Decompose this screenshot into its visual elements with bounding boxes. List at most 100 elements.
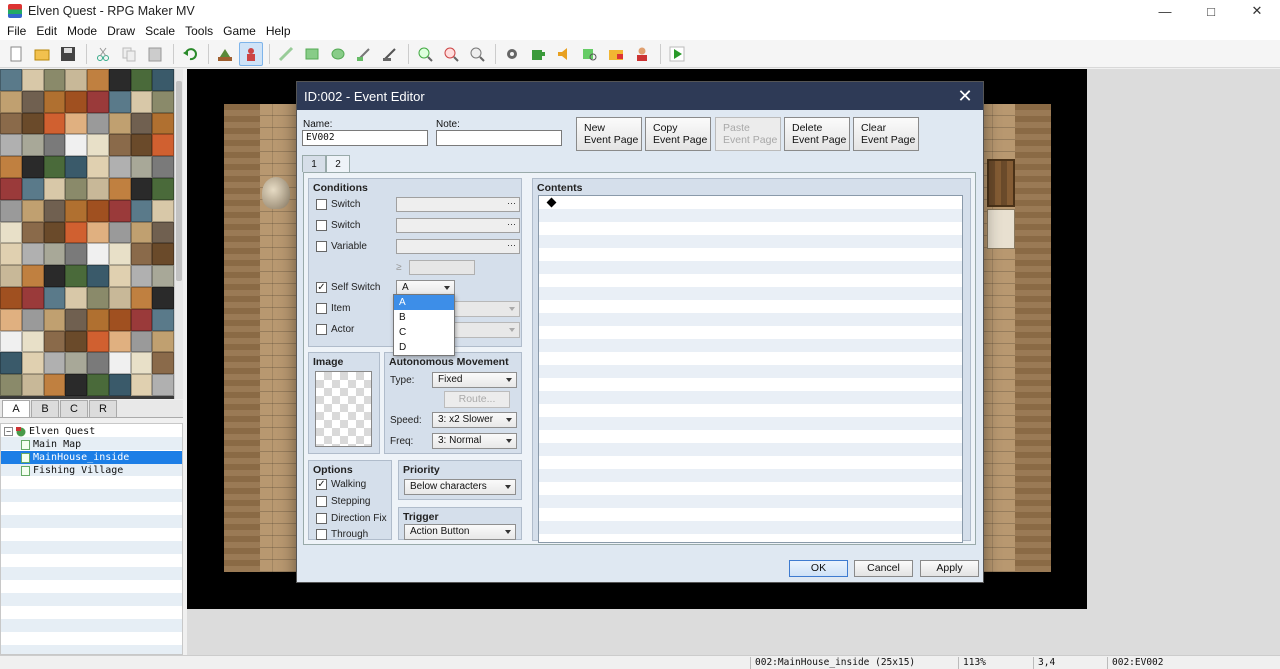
stepping-checkbox[interactable] (316, 496, 327, 507)
playtest-icon[interactable] (665, 42, 689, 66)
map-mode-icon[interactable] (213, 42, 237, 66)
tile-swatch[interactable] (87, 308, 109, 331)
shadow-pen-icon[interactable] (378, 42, 402, 66)
tile-swatch[interactable] (152, 221, 174, 244)
tile-swatch[interactable] (0, 265, 22, 287)
tile-swatch[interactable] (87, 134, 109, 157)
tile-swatch[interactable] (0, 90, 22, 113)
cut-icon[interactable] (91, 42, 115, 66)
tile-swatch[interactable] (108, 221, 131, 244)
speed-combo[interactable]: 3: x2 Slower (432, 412, 517, 428)
tile-swatch[interactable] (152, 265, 174, 287)
tile-swatch[interactable] (21, 134, 44, 157)
tile-swatch[interactable] (152, 69, 174, 91)
tile-swatch[interactable] (0, 221, 22, 244)
copy-event-page-button[interactable]: Copy Event Page (645, 117, 711, 151)
tile-swatch[interactable] (130, 352, 153, 375)
tile-swatch[interactable] (87, 69, 109, 91)
tile-swatch[interactable] (43, 199, 66, 222)
tile-swatch[interactable] (21, 156, 44, 178)
switch2-checkbox[interactable] (316, 220, 327, 231)
tile-swatch[interactable] (43, 352, 66, 375)
tile-swatch[interactable] (108, 112, 131, 135)
tile-swatch[interactable] (108, 177, 131, 200)
tile-swatch[interactable] (152, 156, 174, 178)
tile-swatch[interactable] (87, 90, 109, 113)
tileset-tab-a[interactable]: A (2, 400, 30, 417)
cancel-button[interactable]: Cancel (854, 560, 913, 577)
collapse-icon[interactable]: − (4, 427, 13, 436)
tile-swatch[interactable] (21, 330, 44, 353)
menu-edit[interactable]: Edit (31, 24, 62, 38)
ellipse-icon[interactable] (326, 42, 350, 66)
tile-swatch[interactable] (152, 243, 174, 266)
scrollbar-thumb[interactable] (176, 81, 182, 281)
tileset-tab-r[interactable]: R (89, 400, 117, 417)
tile-swatch[interactable] (130, 112, 153, 135)
tile-swatch[interactable] (43, 90, 66, 113)
tree-row-map[interactable]: Fishing Village (1, 464, 182, 477)
tile-swatch[interactable] (0, 286, 22, 309)
tile-swatch[interactable] (130, 90, 153, 113)
tileset-scrollbar[interactable] (174, 69, 183, 399)
tile-swatch[interactable] (65, 112, 87, 135)
tile-swatch[interactable] (130, 156, 153, 178)
variable-selector[interactable]: ⋯ (396, 239, 520, 254)
tile-swatch[interactable] (87, 156, 109, 178)
tile-swatch[interactable] (21, 265, 44, 287)
tile-swatch[interactable] (87, 352, 109, 375)
tile-swatch[interactable] (65, 374, 87, 396)
plugin-manager-icon[interactable] (526, 42, 550, 66)
tile-swatch[interactable] (130, 243, 153, 266)
dropdown-option-d[interactable]: D (394, 340, 454, 355)
tile-swatch[interactable] (0, 69, 22, 91)
tile-swatch[interactable] (108, 330, 131, 353)
menu-tools[interactable]: Tools (180, 24, 218, 38)
tile-swatch[interactable] (0, 199, 22, 222)
minimize-icon[interactable]: — (1142, 0, 1188, 22)
tile-swatch[interactable] (87, 199, 109, 222)
tile-swatch[interactable] (130, 265, 153, 287)
tile-swatch[interactable] (108, 199, 131, 222)
new-event-page-button[interactable]: New Event Page (576, 117, 642, 151)
tile-swatch[interactable] (43, 156, 66, 178)
tile-swatch[interactable] (130, 221, 153, 244)
tile-swatch[interactable] (152, 352, 174, 375)
switch2-selector[interactable]: ⋯ (396, 218, 520, 233)
tile-swatch[interactable] (152, 134, 174, 157)
tile-swatch[interactable] (65, 90, 87, 113)
tile-swatch[interactable] (65, 177, 87, 200)
tile-swatch[interactable] (65, 69, 87, 91)
tree-row-project[interactable]: − Elven Quest (1, 425, 182, 438)
tile-swatch[interactable] (43, 112, 66, 135)
tile-swatch[interactable] (152, 330, 174, 353)
sound-test-icon[interactable] (552, 42, 576, 66)
page-tab-2[interactable]: 2 (326, 155, 350, 173)
tile-swatch[interactable] (43, 308, 66, 331)
menu-file[interactable]: File (2, 24, 31, 38)
dropdown-option-c[interactable]: C (394, 325, 454, 340)
tile-swatch[interactable] (65, 243, 87, 266)
paste-event-page-button[interactable]: Paste Event Page (715, 117, 781, 151)
tile-swatch[interactable] (108, 374, 131, 396)
tile-swatch[interactable] (21, 112, 44, 135)
tile-swatch[interactable] (21, 199, 44, 222)
database-icon[interactable] (500, 42, 524, 66)
character-generator-icon[interactable] (630, 42, 654, 66)
tile-swatch[interactable] (43, 177, 66, 200)
close-window-icon[interactable]: ✕ (1234, 0, 1280, 22)
undo-icon[interactable] (178, 42, 202, 66)
tile-swatch[interactable] (108, 265, 131, 287)
tile-swatch[interactable] (87, 374, 109, 396)
tile-swatch[interactable] (0, 112, 22, 135)
event-image-preview[interactable] (315, 371, 372, 447)
tile-swatch[interactable] (130, 330, 153, 353)
tile-swatch[interactable] (130, 69, 153, 91)
tile-swatch[interactable] (21, 90, 44, 113)
paste-icon[interactable] (143, 42, 167, 66)
tile-swatch[interactable] (65, 308, 87, 331)
actor-checkbox[interactable] (316, 324, 327, 335)
tile-swatch[interactable] (21, 308, 44, 331)
tile-swatch[interactable] (43, 243, 66, 266)
tile-swatch[interactable] (87, 177, 109, 200)
